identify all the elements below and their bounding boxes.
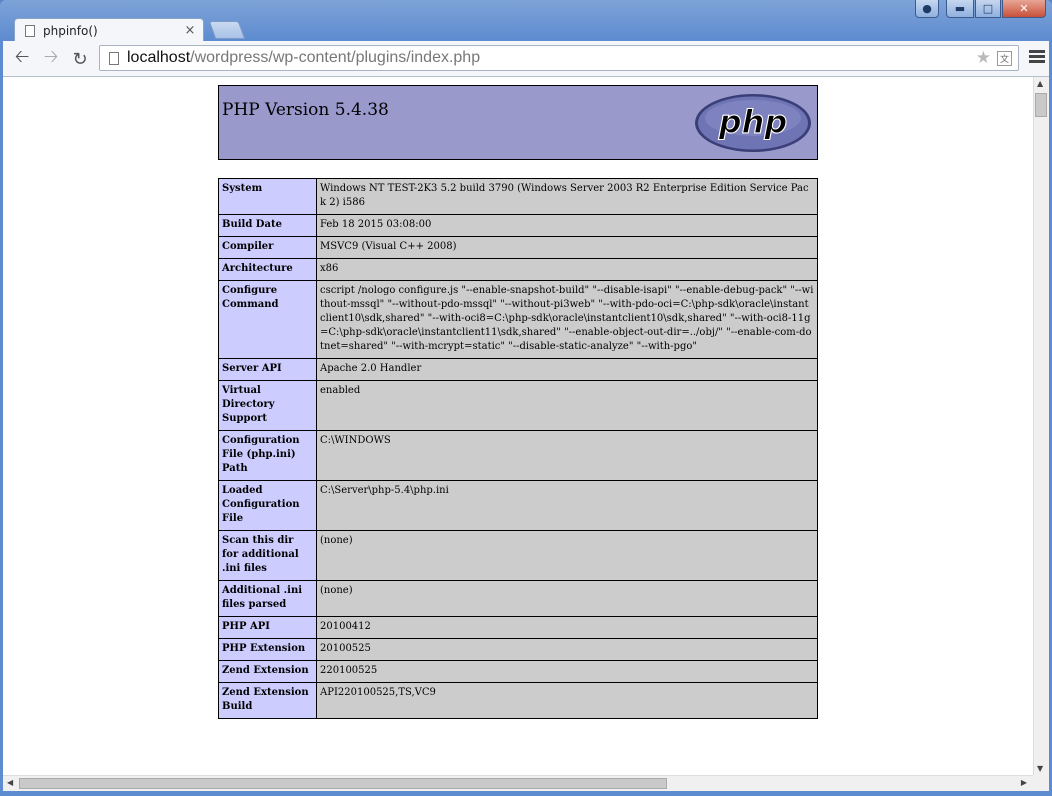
bookmark-star-icon[interactable]: ★ [976, 48, 991, 68]
row-value: enabled [316, 380, 818, 431]
reload-button[interactable]: ↻ [69, 48, 91, 70]
table-row: Architecture x86 [218, 258, 818, 281]
php-version-header: PHP Version 5.4.38 php [218, 85, 818, 160]
table-row: Configuration File (php.ini) Path C:\WIND… [218, 430, 818, 481]
scroll-left-icon[interactable]: ◀ [7, 778, 13, 787]
php-version-heading: PHP Version 5.4.38 [222, 100, 389, 120]
tab-strip: phpinfo() × [0, 16, 1052, 42]
row-label: Configuration File (php.ini) Path [218, 430, 317, 481]
row-label: Compiler [218, 236, 317, 259]
page-icon [109, 51, 119, 65]
browser-window: ● ▬ □ ✕ phpinfo() × 🡠 🡢 ↻ localhost/word… [0, 0, 1052, 796]
row-value: x86 [316, 258, 818, 281]
php-info-table: System Windows NT TEST-2K3 5.2 build 3790… [218, 178, 818, 719]
table-row: Server API Apache 2.0 Handler [218, 358, 818, 381]
scroll-up-icon[interactable]: ▲ [1037, 79, 1043, 88]
back-button[interactable]: 🡠 [11, 46, 33, 70]
tab-phpinfo[interactable]: phpinfo() × [14, 18, 204, 42]
url-text[interactable]: localhost/wordpress/wp-content/plugins/i… [127, 49, 976, 67]
scroll-right-icon[interactable]: ▶ [1021, 778, 1027, 787]
php-logo-text: php [718, 103, 788, 141]
row-value: cscript /nologo configure.js "--enable-s… [316, 280, 818, 359]
tab-title: phpinfo() [43, 23, 98, 38]
row-value: MSVC9 (Visual C++ 2008) [316, 236, 818, 259]
table-row: Zend Extension Build API220100525,TS,VC9 [218, 682, 818, 719]
row-label: System [218, 178, 317, 215]
row-label: Zend Extension Build [218, 682, 317, 719]
row-label: Additional .ini files parsed [218, 580, 317, 617]
scroll-down-icon[interactable]: ▼ [1037, 764, 1043, 773]
address-bar[interactable]: localhost/wordpress/wp-content/plugins/i… [99, 45, 1019, 71]
row-value: C:\WINDOWS [316, 430, 818, 481]
horizontal-scroll-thumb[interactable] [19, 778, 667, 789]
table-row: PHP Extension 20100525 [218, 638, 818, 661]
page-favicon-icon [25, 24, 35, 37]
row-label: Configure Command [218, 280, 317, 359]
row-value: 220100525 [316, 660, 818, 683]
table-row: System Windows NT TEST-2K3 5.2 build 3790… [218, 178, 818, 215]
row-label: PHP Extension [218, 638, 317, 661]
row-label: PHP API [218, 616, 317, 639]
row-value: Feb 18 2015 03:08:00 [316, 214, 818, 237]
row-label: Build Date [218, 214, 317, 237]
table-row: Additional .ini files parsed (none) [218, 580, 818, 617]
tab-close-icon[interactable]: × [183, 23, 197, 38]
url-path: /wordpress/wp-content/plugins/index.php [190, 49, 481, 66]
row-label: Zend Extension [218, 660, 317, 683]
table-row: Configure Command cscript /nologo configu… [218, 280, 818, 359]
row-label: Loaded Configuration File [218, 480, 317, 531]
row-value: Apache 2.0 Handler [316, 358, 818, 381]
row-value: Windows NT TEST-2K3 5.2 build 3790 (Wind… [316, 178, 818, 215]
translate-icon[interactable]: 文 [997, 50, 1012, 66]
row-label: Virtual Directory Support [218, 380, 317, 431]
row-label: Architecture [218, 258, 317, 281]
row-value: (none) [316, 530, 818, 581]
scrollbar-corner [1033, 775, 1049, 791]
forward-button[interactable]: 🡢 [40, 46, 62, 70]
table-row: Loaded Configuration File C:\Server\php-5… [218, 480, 818, 531]
vertical-scroll-thumb[interactable] [1035, 93, 1047, 117]
row-value: API220100525,TS,VC9 [316, 682, 818, 719]
horizontal-scrollbar[interactable]: ◀ ▶ [3, 775, 1033, 791]
row-label: Server API [218, 358, 317, 381]
row-label: Scan this dir for additional .ini files [218, 530, 317, 581]
table-row: Scan this dir for additional .ini files(… [218, 530, 818, 581]
page-viewport: PHP Version 5.4.38 php System Windows NT … [3, 77, 1033, 775]
table-row: Virtual Directory Support enabled [218, 380, 818, 431]
browser-toolbar: 🡠 🡢 ↻ localhost/wordpress/wp-content/plu… [3, 41, 1049, 77]
row-value: C:\Server\php-5.4\php.ini [316, 480, 818, 531]
table-row: Compiler MSVC9 (Visual C++ 2008) [218, 236, 818, 259]
url-host: localhost [127, 49, 191, 66]
php-logo: php [695, 94, 811, 152]
row-value: (none) [316, 580, 818, 617]
table-row: Build Date Feb 18 2015 03:08:00 [218, 214, 818, 237]
table-row: Zend Extension 220100525 [218, 660, 818, 683]
row-value: 20100525 [316, 638, 818, 661]
row-value: 20100412 [316, 616, 818, 639]
menu-icon[interactable] [1029, 50, 1045, 66]
vertical-scrollbar[interactable]: ▲ ▼ [1033, 77, 1049, 775]
table-row: PHP API 20100412 [218, 616, 818, 639]
new-tab-button[interactable] [208, 21, 246, 39]
